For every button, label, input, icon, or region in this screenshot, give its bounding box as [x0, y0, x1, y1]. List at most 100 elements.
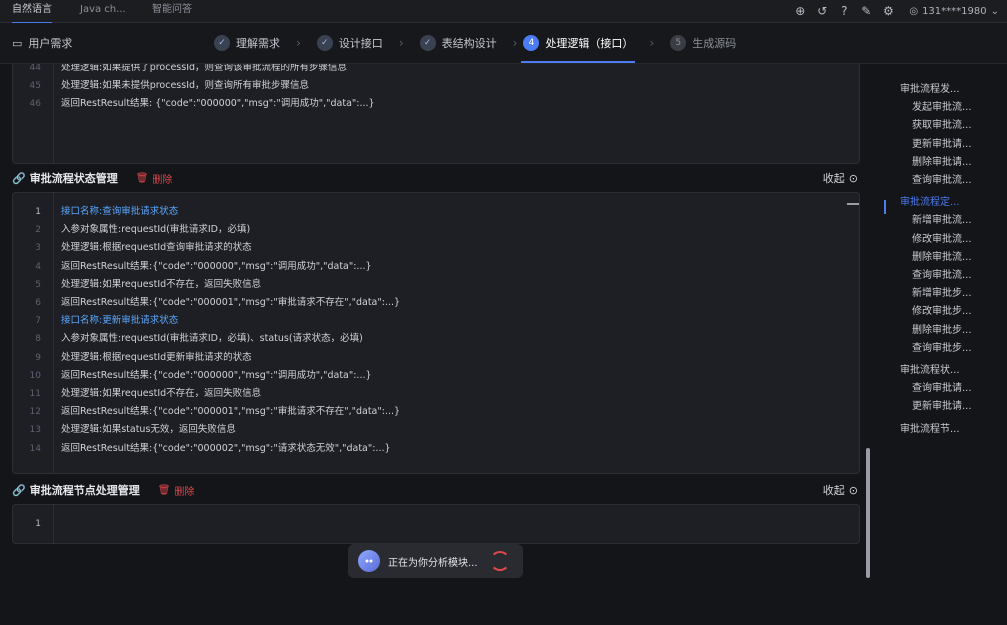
code-text: 接口名称:查询审批请求状态 [61, 206, 179, 217]
step-label: 设计接口 [338, 37, 383, 50]
code-text: 处理逻辑:如果未提供processId，则查询所有审批步骤信息 [61, 80, 310, 91]
line-number: 45 [29, 81, 41, 91]
top-toolbar: ⊕ ↺ ? ✎ ⚙ ◎ 131****1980 ⌄ [793, 0, 999, 22]
toc-item[interactable]: 修改审批步... [912, 302, 972, 317]
trash-icon: 🗑 [135, 172, 149, 184]
toc-item[interactable]: 查询审批流... [912, 171, 972, 186]
code-text: 处理逻辑:根据requestId更新审批请求的状态 [61, 351, 252, 363]
code-text: 接口名称:更新审批请求状态 [61, 315, 179, 327]
collapse-label: 收起 [822, 172, 845, 185]
code-text: 返回RestResult结果:{"code":"000000","msg":"调… [61, 369, 372, 381]
toc-item[interactable]: 新增审批流... [912, 211, 972, 226]
step-2[interactable]: ✓ 设计接口 [315, 23, 385, 63]
step-label: 表结构设计 [441, 37, 497, 50]
toc-group[interactable]: 审批流程状... [900, 361, 960, 376]
assistant-avatar-icon [358, 550, 380, 572]
step-number: 5 [670, 35, 687, 51]
line-number: 4 [35, 261, 41, 272]
line-number: 3 [35, 243, 41, 254]
toc-item[interactable]: 查询审批步... [912, 339, 972, 354]
code-editor-node[interactable]: 1 [12, 504, 860, 544]
step-label: 理解需求 [236, 37, 280, 50]
main-scrollbar[interactable] [866, 448, 870, 578]
toast-text: 正在为你分析模块... [388, 557, 478, 569]
user-menu[interactable]: ◎ 131****1980 ⌄ [909, 6, 999, 17]
toc-item[interactable]: 查询审批流... [912, 266, 972, 281]
tab-natural-language[interactable]: 自然语言 [12, 0, 52, 24]
line-number: 7 [35, 316, 41, 327]
section-title: 🔗 审批流程状态管理 [12, 170, 118, 186]
loading-spinner-icon [489, 551, 510, 571]
tab-java-chat[interactable]: Java ch... [80, 0, 126, 22]
chevron-down-icon: ⌄ [990, 5, 999, 17]
toc-item[interactable]: 更新审批请... [912, 135, 972, 150]
user-icon: ◎ [909, 5, 919, 17]
toc-item[interactable]: 修改审批流... [912, 230, 972, 245]
collapse-button[interactable]: 收起 ⊙ [823, 482, 858, 498]
step-5[interactable]: 5 生成源码 [668, 23, 738, 63]
code-text: 返回RestResult结果:{"code":"000002","msg":"请… [61, 442, 391, 454]
line-number: 10 [29, 370, 41, 381]
panel-icon: ▭ [12, 36, 23, 50]
toc-group[interactable]: 审批流程定... [900, 193, 960, 208]
check-icon: ✓ [419, 35, 436, 51]
toc-item[interactable]: 获取审批流... [912, 116, 972, 131]
section-title-text: 审批流程状态管理 [29, 172, 118, 185]
toc-item[interactable]: 删除审批请... [912, 153, 972, 168]
delete-label: 删除 [152, 174, 173, 186]
section-header-status: 🔗 审批流程状态管理 🗑 删除 收起 ⊙ [12, 166, 858, 190]
delete-button[interactable]: 🗑 删除 [136, 171, 173, 186]
toc-item[interactable]: 查询审批请... [912, 379, 972, 394]
code-editor-status[interactable]: 1 接口名称:查询审批请求状态 2 入参对象属性:requestId(审批请求ID，必… [12, 192, 860, 474]
chevron-right-icon: › [296, 36, 301, 50]
step-3[interactable]: ✓ 表结构设计 [418, 23, 499, 63]
requirement-label: 用户需求 [28, 37, 73, 50]
chevron-right-icon: › [398, 36, 404, 50]
code-editor-previous[interactable]: 44 处理逻辑:如果提供了processId，则查询该审批流程的所有步骤信息 4… [12, 64, 860, 164]
help-icon[interactable]: ? [837, 4, 851, 18]
trash-icon: 🗑 [157, 484, 171, 496]
collapse-button[interactable]: 收起 ⊙ [823, 170, 858, 186]
line-number: 1 [35, 207, 41, 217]
collapse-label: 收起 [822, 484, 845, 497]
top-tab-bar: 自然语言 Java ch... 智能问答 ⊕ ↺ ? ✎ ⚙ ◎ 131****… [0, 0, 1007, 24]
settings-icon[interactable]: ⚙ [881, 4, 895, 18]
outline-sidebar: 审批流程发... 发起审批流... 获取审批流... 更新审批请... 删除审批请...… [884, 64, 1007, 625]
line-number: 11 [29, 389, 41, 399]
edit-icon[interactable]: ✎ [859, 4, 873, 18]
line-number: 9 [35, 352, 41, 363]
section-title: 🔗 审批流程节点处理管理 [12, 482, 140, 498]
collapse-circle-icon: ⊙ [848, 483, 858, 497]
line-number: 14 [29, 443, 41, 454]
toc-item[interactable]: 删除审批流... [912, 248, 972, 263]
toc-item[interactable]: 更新审批请... [912, 397, 972, 412]
code-text: 返回RestResult结果: {"code":"000000","msg":"… [61, 98, 375, 109]
analysis-toast: 正在为你分析模块... [348, 544, 523, 578]
step-4[interactable]: 4 处理逻辑（接口） [521, 23, 636, 63]
toc-group[interactable]: 审批流程节... [900, 420, 960, 435]
check-icon: ✓ [316, 35, 333, 51]
requirement-toggle[interactable]: ▭ 用户需求 [12, 35, 72, 51]
toc-group[interactable]: 审批流程发... [900, 80, 960, 95]
toc-item[interactable]: 发起审批流... [912, 98, 972, 113]
line-number: 6 [35, 298, 41, 308]
add-circle-icon[interactable]: ⊕ [793, 4, 807, 18]
code-text: 入参对象属性:requestId(审批请求ID，必填)、status(请求状态，… [61, 333, 363, 345]
code-text: 处理逻辑:如果requestId不存在，返回失败信息 [61, 278, 262, 290]
step-1[interactable]: ✓ 理解需求 [212, 23, 282, 63]
section-title-text: 审批流程节点处理管理 [29, 484, 140, 497]
line-number: 5 [35, 279, 41, 290]
scroll-thumb[interactable] [847, 203, 859, 205]
toc-item[interactable]: 新增审批步... [912, 284, 972, 299]
tab-smart-qa[interactable]: 智能问答 [152, 0, 192, 22]
line-number: 44 [29, 64, 41, 73]
history-icon[interactable]: ↺ [815, 4, 829, 18]
link-icon: 🔗 [12, 483, 26, 497]
check-icon: ✓ [214, 35, 230, 51]
link-icon: 🔗 [12, 171, 26, 185]
toc-item[interactable]: 删除审批步... [912, 321, 972, 336]
code-text: 返回RestResult结果:{"code":"000000","msg":"调… [61, 260, 372, 272]
delete-button[interactable]: 🗑 删除 [158, 483, 195, 498]
main-content: 44 处理逻辑:如果提供了processId，则查询该审批流程的所有步骤信息 4… [0, 64, 870, 625]
steps: ✓ 理解需求 › ✓ 设计接口 › ✓ 表结构设计 › 4 处理逻辑（接口） ›… [212, 23, 738, 63]
